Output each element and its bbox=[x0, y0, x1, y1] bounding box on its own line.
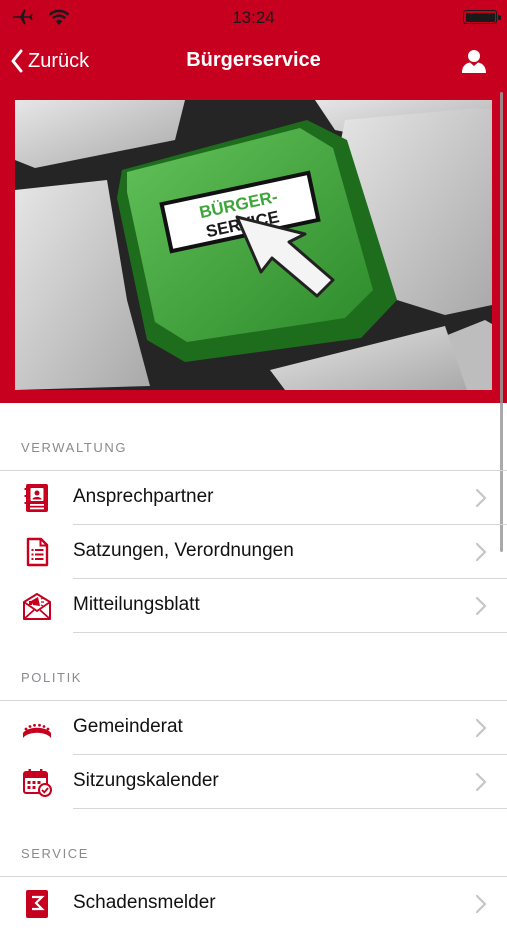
list-item-label: Satzungen, Verordnungen bbox=[73, 540, 294, 561]
calendar-icon bbox=[23, 769, 52, 797]
list-item-mitteilungsblatt[interactable]: Mitteilungsblatt bbox=[0, 579, 507, 633]
chevron-right-icon bbox=[475, 542, 487, 562]
chevron-left-icon bbox=[11, 49, 23, 73]
divider bbox=[73, 808, 507, 809]
section-header-service: SERVICE bbox=[21, 846, 90, 861]
megaphone-mail-icon bbox=[23, 593, 51, 620]
chevron-right-icon bbox=[475, 894, 487, 914]
council-icon bbox=[23, 723, 51, 738]
list-item-satzungen[interactable]: Satzungen, Verordnungen bbox=[0, 525, 507, 579]
list-item-ansprechpartner[interactable]: Ansprechpartner bbox=[0, 471, 507, 525]
back-label: Zurück bbox=[28, 49, 90, 72]
hero-banner: BÜRGER- SERVICE bbox=[0, 100, 507, 403]
battery-tip bbox=[498, 15, 501, 20]
nav-bar: Zurück Bürgerservice bbox=[0, 34, 507, 100]
list-item-gemeinderat[interactable]: Gemeinderat bbox=[0, 701, 507, 755]
chevron-right-icon bbox=[475, 718, 487, 738]
chevron-right-icon bbox=[475, 772, 487, 792]
list-item-label: Sitzungskalender bbox=[73, 770, 219, 791]
hero-image: BÜRGER- SERVICE bbox=[15, 100, 492, 390]
list-item-schadensmelder[interactable]: Schadensmelder bbox=[0, 877, 507, 931]
list-item-label: Schadensmelder bbox=[73, 892, 216, 913]
list-item-label: Gemeinderat bbox=[73, 716, 183, 737]
back-button[interactable]: Zurück bbox=[10, 48, 89, 74]
list-item-sitzungskalender[interactable]: Sitzungskalender bbox=[0, 755, 507, 809]
chevron-right-icon bbox=[475, 488, 487, 508]
user-icon[interactable] bbox=[461, 48, 487, 74]
report-icon bbox=[26, 890, 48, 918]
list-item-label: Ansprechpartner bbox=[73, 486, 214, 507]
document-icon bbox=[26, 537, 49, 567]
section-header-verwaltung: VERWALTUNG bbox=[21, 440, 128, 455]
divider bbox=[73, 632, 507, 633]
section-header-politik: POLITIK bbox=[21, 670, 83, 685]
status-time: 13:24 bbox=[232, 8, 275, 27]
contact-book-icon bbox=[24, 484, 48, 512]
battery-icon bbox=[463, 10, 497, 24]
list-item-label: Mitteilungsblatt bbox=[73, 594, 200, 615]
chevron-right-icon bbox=[475, 596, 487, 616]
status-bar: 13:24 bbox=[0, 0, 507, 34]
